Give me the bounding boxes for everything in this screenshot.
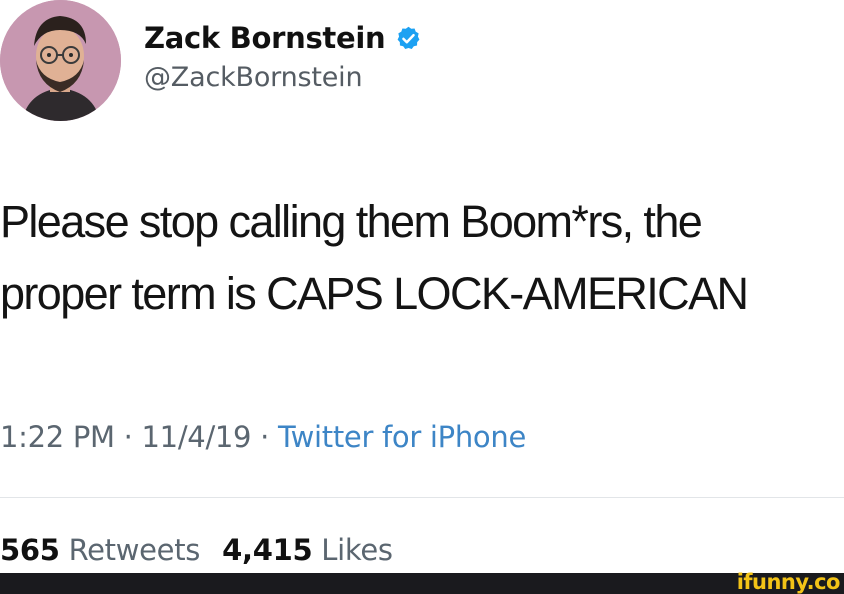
avatar[interactable] (0, 0, 121, 121)
meta-separator: · (114, 420, 142, 454)
meta-separator: · (251, 420, 278, 454)
tweet-date[interactable]: 11/4/19 (142, 420, 252, 454)
tweet-meta: 1:22 PM · 11/4/19 · Twitter for iPhone (0, 420, 526, 454)
author-handle[interactable]: @ZackBornstein (144, 62, 363, 93)
watermark-bar: ifunny.co (0, 570, 844, 594)
tweet-stats: 565 Retweets 4,415 Likes (0, 533, 393, 567)
author-name-row: Zack Bornstein (144, 18, 422, 58)
verified-badge-icon (395, 25, 422, 52)
retweets-count: 565 (0, 533, 60, 567)
retweets-label: Retweets (68, 533, 201, 567)
tweet-text-line: proper term is CAPS LOCK-AMERICAN (0, 268, 749, 319)
tweet-time[interactable]: 1:22 PM (0, 420, 115, 454)
likes-count: 4,415 (222, 533, 313, 567)
tweet-text: Please stop calling them Boom*rs, the pr… (0, 186, 844, 330)
likes-stat[interactable]: 4,415 Likes (222, 533, 393, 567)
author-display-name[interactable]: Zack Bornstein (144, 21, 386, 55)
tweet-text-line: Please stop calling them Boom*rs, the (0, 196, 703, 247)
ifunny-watermark: ifunny.co (736, 570, 841, 594)
tweet-source-link[interactable]: Twitter for iPhone (278, 420, 526, 454)
likes-label: Likes (321, 533, 393, 567)
divider (0, 497, 844, 498)
retweets-stat[interactable]: 565 Retweets (0, 533, 200, 567)
avatar-image (0, 0, 121, 121)
